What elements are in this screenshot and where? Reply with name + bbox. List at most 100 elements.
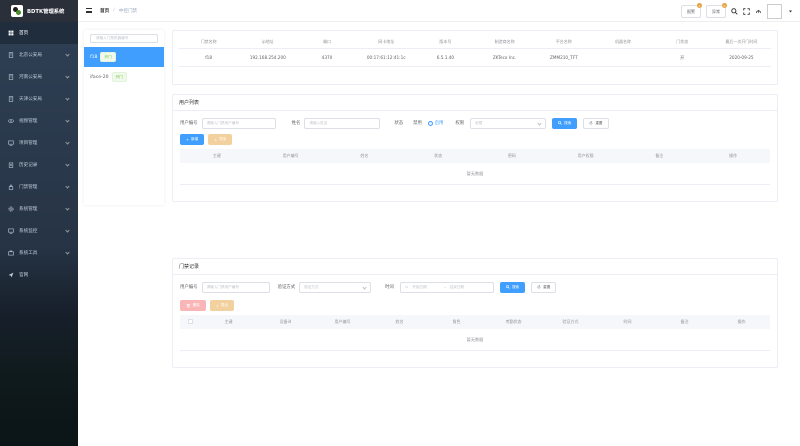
- device-search-input[interactable]: 请输入门禁机器编号: [90, 34, 158, 43]
- user-export-label: 导出: [219, 137, 227, 141]
- table-cell: 2020-09-25: [729, 55, 754, 60]
- column-header: 考勤状态: [505, 319, 522, 324]
- hamburger-icon[interactable]: [86, 8, 92, 13]
- topbar-actions: 报警 1 异常 0: [681, 3, 794, 19]
- search-icon: [558, 121, 562, 125]
- lock-icon: [8, 184, 14, 190]
- user-search-button[interactable]: 搜索: [552, 117, 578, 129]
- user-export-button[interactable]: ↓ 导出: [208, 134, 233, 145]
- device-status-tag: 开门: [111, 72, 127, 82]
- log-delete-button[interactable]: 🗑 删除: [180, 300, 206, 311]
- sidebar-item[interactable]: 河南公安局: [0, 66, 78, 88]
- log-reset-label: 重置: [543, 284, 551, 289]
- device-name: f18: [90, 54, 98, 60]
- user-no-input[interactable]: 请输入门禁用户编号: [201, 117, 276, 129]
- status-enabled-text: 启用: [434, 121, 444, 126]
- anomaly-button[interactable]: 异常 0: [706, 3, 727, 18]
- time-label: 时间: [385, 285, 394, 290]
- brand[interactable]: BDTK管理系统: [0, 0, 78, 22]
- device-list-item[interactable]: iface-20 开门: [84, 67, 164, 87]
- log-search-button[interactable]: 搜索: [499, 281, 526, 293]
- sidebar-item[interactable]: 首页: [0, 22, 78, 44]
- sidebar-item[interactable]: 视频管理: [0, 110, 78, 132]
- range-separator: -: [444, 285, 446, 289]
- column-header: 门禁名称: [200, 38, 217, 44]
- name-input[interactable]: 请输入姓名: [304, 117, 381, 129]
- table-cell: 00:17:61:12:41:1c: [366, 55, 406, 60]
- column-header: 姓名: [360, 153, 369, 158]
- sidebar-item[interactable]: 系统监控: [0, 220, 78, 242]
- sidebar-item-label: 官网: [19, 273, 29, 278]
- sidebar-item-label: 项目管理: [19, 141, 38, 146]
- status-enabled-radio[interactable]: 启用: [427, 120, 444, 126]
- column-header: 角色: [452, 319, 461, 324]
- caret-down-icon[interactable]: [787, 8, 794, 15]
- log-toolbar: 🗑 删除 ↓ 导出: [180, 300, 770, 311]
- log-export-button[interactable]: ↓ 导出: [209, 300, 234, 311]
- date-range-picker[interactable]: ▭ 开始日期 - 结束日期: [399, 281, 494, 293]
- refresh-icon: [589, 121, 593, 125]
- sidebar-item-label: 天津公安局: [19, 97, 42, 102]
- device-info-header: 门禁名称 ip地址 端口 网卡地址 版本号 制造商名称 平台名称 机器名称 门状态 最后一次开门时…: [179, 35, 771, 49]
- search-icon: [506, 285, 510, 289]
- plus-icon: +: [186, 137, 190, 142]
- column-header: 门状态: [676, 38, 689, 44]
- status-disabled-text: 禁用: [413, 121, 422, 126]
- sidebar-item[interactable]: 项目管理: [0, 132, 78, 154]
- sidebar-item[interactable]: 历史记录: [0, 154, 78, 176]
- user-reset-button[interactable]: 重置: [583, 117, 609, 129]
- status-label: 状态: [394, 121, 404, 126]
- column-header: 状态: [434, 153, 443, 158]
- sidebar-item-label: 历史记录: [19, 163, 38, 168]
- column-header: 操作: [729, 153, 738, 158]
- log-delete-label: 删除: [192, 303, 200, 307]
- sidebar-item[interactable]: 门禁管理: [0, 176, 78, 198]
- device-list-item[interactable]: f18 开门: [84, 47, 164, 67]
- sidebar-item-label: 系统管理: [19, 207, 38, 212]
- name-label: 姓名: [291, 121, 301, 126]
- status-disabled-radio[interactable]: 禁用: [413, 120, 422, 126]
- sidebar-item[interactable]: 官网: [0, 264, 78, 286]
- sidebar-item[interactable]: 系统管理: [0, 198, 78, 220]
- alarm-label: 报警: [687, 8, 695, 14]
- search-icon[interactable]: [731, 8, 738, 15]
- sidebar-item-label: 首页: [19, 31, 29, 36]
- log-search-label: 搜索: [511, 284, 520, 289]
- column-header: 设备id: [279, 319, 292, 324]
- column-header: 验证方式: [562, 319, 579, 324]
- log-user-no-label: 用户编号: [180, 285, 198, 290]
- user-add-button[interactable]: + 新增: [180, 134, 205, 145]
- device-info-card: 门禁名称 ip地址 端口 网卡地址 版本号 制造商名称 平台名称 机器名称 门状态 最后一次开门时…: [172, 30, 778, 85]
- sidebar-item[interactable]: 北京公安局: [0, 44, 78, 66]
- breadcrumb-separator: /: [113, 8, 115, 13]
- sidebar-item[interactable]: 天津公安局: [0, 88, 78, 110]
- table-row: f18 192.168.254.200 4370 00:17:61:12:41:1c 6…: [179, 49, 771, 67]
- chevron-down-icon: [65, 250, 70, 255]
- start-date-input[interactable]: 开始日期: [412, 285, 440, 290]
- sidebar-item[interactable]: 系统工具: [0, 242, 78, 264]
- fullscreen-icon[interactable]: [743, 8, 750, 15]
- size-icon[interactable]: [755, 8, 762, 15]
- breadcrumb-home[interactable]: 首页: [100, 8, 109, 14]
- chevron-down-icon: [65, 162, 70, 167]
- select-all-checkbox[interactable]: [180, 319, 200, 325]
- checkbox-icon: [187, 319, 193, 324]
- access-log-card: 门禁记录 用户编号 请输入门禁用户编号 验证方式 验证方式 时间 ▭ 开始日期 …: [172, 258, 778, 368]
- log-user-no-input[interactable]: 请输入门禁用户编号: [201, 281, 270, 293]
- logo-icon: [11, 5, 23, 17]
- end-date-input[interactable]: 结束日期: [450, 285, 464, 290]
- table-cell: 开: [680, 54, 685, 60]
- column-header: 机器名称: [615, 38, 632, 44]
- log-reset-button[interactable]: 重置: [531, 281, 557, 293]
- anomaly-badge: 0: [722, 3, 727, 8]
- user-add-label: 新增: [191, 137, 199, 141]
- alarm-button[interactable]: 报警 1: [681, 3, 702, 18]
- perm-select[interactable]: 权限: [470, 117, 547, 129]
- table-cell: 192.168.254.200: [249, 55, 286, 60]
- user-table: 主键 用户编号 姓名 状态 密码 用户权限 备注 操作 暂无数据: [180, 149, 770, 185]
- table-cell: ZMM210_TFT: [550, 55, 578, 60]
- verify-select[interactable]: 验证方式: [299, 281, 372, 293]
- avatar[interactable]: [767, 4, 782, 19]
- chevron-down-icon: [65, 96, 70, 101]
- column-header: 网卡地址: [378, 38, 395, 44]
